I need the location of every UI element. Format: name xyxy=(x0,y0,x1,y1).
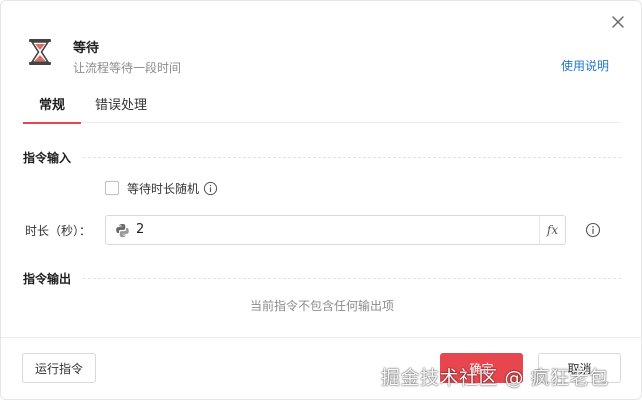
info-icon[interactable] xyxy=(203,181,218,196)
random-duration-option[interactable]: 等待时长随机 xyxy=(105,179,218,197)
wait-dialog: 等待 让流程等待一段时间 使用说明 常规 错误处理 指令输入 等待时长随机 时长… xyxy=(0,0,642,400)
help-link[interactable]: 使用说明 xyxy=(561,57,609,74)
output-section-title: 指令输出 xyxy=(23,270,82,287)
hourglass-icon xyxy=(27,37,53,67)
fx-button[interactable]: fx xyxy=(539,216,565,244)
watermark: 掘金技术社区 @ 疯狂老包 xyxy=(381,367,609,389)
python-icon xyxy=(116,223,129,238)
output-section-header: 指令输出 xyxy=(23,270,621,287)
divider xyxy=(83,278,621,279)
random-duration-label: 等待时长随机 xyxy=(127,181,200,196)
dialog-header: 等待 让流程等待一段时间 使用说明 xyxy=(27,37,617,77)
tab-error-handling[interactable]: 错误处理 xyxy=(95,97,147,123)
run-command-button[interactable]: 运行指令 xyxy=(22,353,96,383)
random-duration-checkbox[interactable] xyxy=(105,181,119,195)
duration-input[interactable]: 2 fx xyxy=(105,215,566,245)
tab-bar: 常规 错误处理 xyxy=(23,97,621,124)
input-section-header: 指令输入 xyxy=(23,149,621,166)
divider xyxy=(83,157,621,158)
dialog-title: 等待 xyxy=(73,41,100,56)
duration-value: 2 xyxy=(136,222,145,237)
close-icon[interactable] xyxy=(609,13,627,31)
input-section-title: 指令输入 xyxy=(23,149,82,166)
footer-divider xyxy=(1,337,641,338)
duration-label: 时长（秒）： xyxy=(25,224,92,238)
dialog-subtitle: 让流程等待一段时间 xyxy=(73,61,182,75)
empty-output-message: 当前指令不包含任何输出项 xyxy=(249,299,394,313)
tab-general[interactable]: 常规 xyxy=(23,97,81,124)
info-icon[interactable] xyxy=(585,222,601,238)
